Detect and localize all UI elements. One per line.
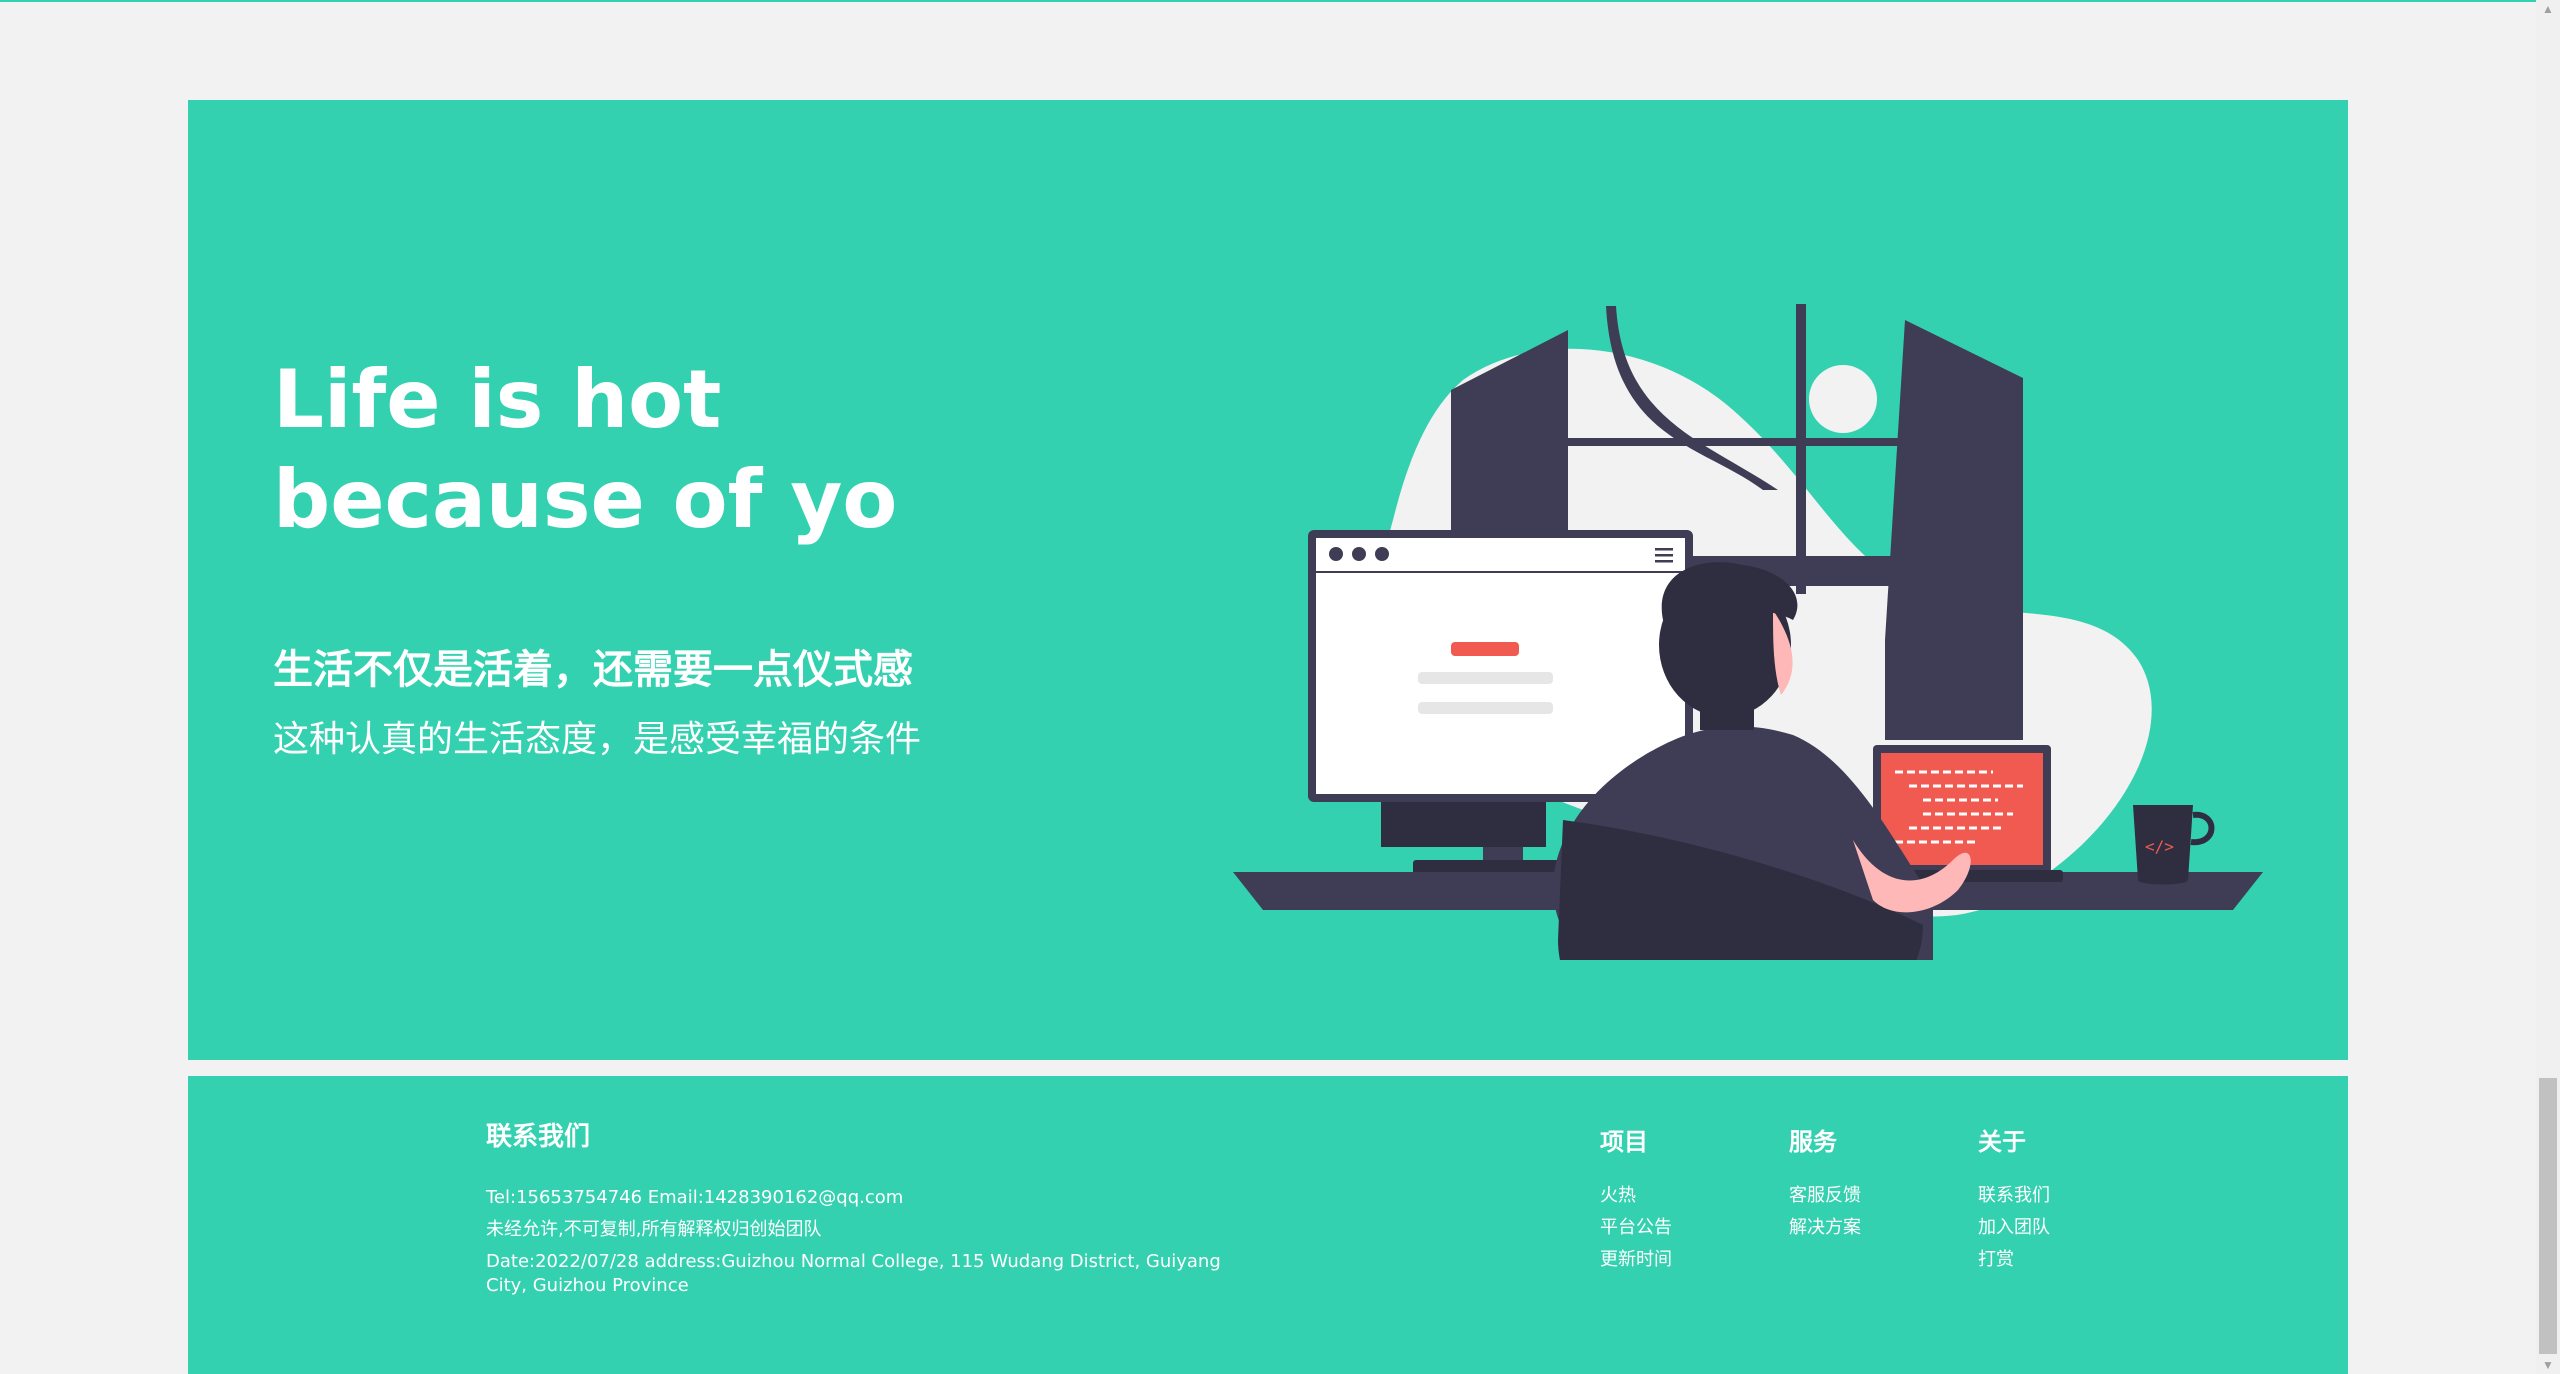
window-frame-h1: [1568, 438, 1903, 446]
laptop-screen: [1881, 753, 2043, 865]
developer-illustration: </>: [1233, 304, 2263, 960]
footer-link-contact-us[interactable]: 联系我们: [1978, 1184, 2050, 1208]
top-accent-line: [0, 0, 2560, 2]
left-wall: [1451, 330, 1568, 560]
scrollbar-thumb[interactable]: [2539, 1078, 2557, 1354]
screen-gray-bar-2: [1418, 702, 1553, 714]
scroll-up-arrow-icon[interactable]: ▲: [2541, 2, 2555, 16]
contact-tel-email: Tel:15653754746 Email:1428390162@qq.com: [486, 1187, 904, 1208]
footer: 联系我们 Tel:15653754746 Email:1428390162@qq…: [188, 1076, 2348, 1374]
footer-link-solutions[interactable]: 解决方案: [1789, 1216, 1861, 1240]
svg-text:</>: </>: [2145, 837, 2174, 856]
footer-link-hot[interactable]: 火热: [1600, 1184, 1636, 1208]
footer-link-update-time[interactable]: 更新时间: [1600, 1248, 1672, 1272]
screen-red-bar: [1451, 642, 1519, 656]
footer-col-title-services: 服务: [1789, 1128, 1837, 1156]
screen-gray-bar-1: [1418, 672, 1553, 684]
footer-link-feedback[interactable]: 客服反馈: [1789, 1184, 1861, 1208]
moon-circle: [1809, 365, 1877, 433]
footer-link-announcements[interactable]: 平台公告: [1600, 1216, 1672, 1240]
contact-title: 联系我们: [486, 1122, 591, 1152]
footer-link-join-team[interactable]: 加入团队: [1978, 1216, 2050, 1240]
monitor-screen: [1316, 538, 1685, 794]
right-wall: [1885, 320, 2023, 740]
window-frame-v: [1796, 304, 1806, 594]
footer-link-donate[interactable]: 打赏: [1978, 1248, 2014, 1272]
hero-subtitle: 生活不仅是活着，还需要一点仪式感: [273, 647, 913, 693]
hero-text: 这种认真的生活态度，是感受幸福的条件: [273, 719, 922, 760]
hero-banner: Life is hot because of yo 生活不仅是活着，还需要一点仪…: [188, 100, 2348, 1060]
scroll-down-arrow-icon[interactable]: ▼: [2541, 1358, 2555, 1372]
contact-copyright: 未经允许,不可复制,所有解释权归创始团队: [486, 1219, 822, 1240]
footer-col-title-about: 关于: [1978, 1128, 2026, 1156]
hero-title: Life is hot because of yo: [273, 353, 898, 546]
footer-col-title-projects: 项目: [1600, 1128, 1648, 1156]
contact-date-address: Date:2022/07/28 address:Guizhou Normal C…: [486, 1251, 1221, 1296]
